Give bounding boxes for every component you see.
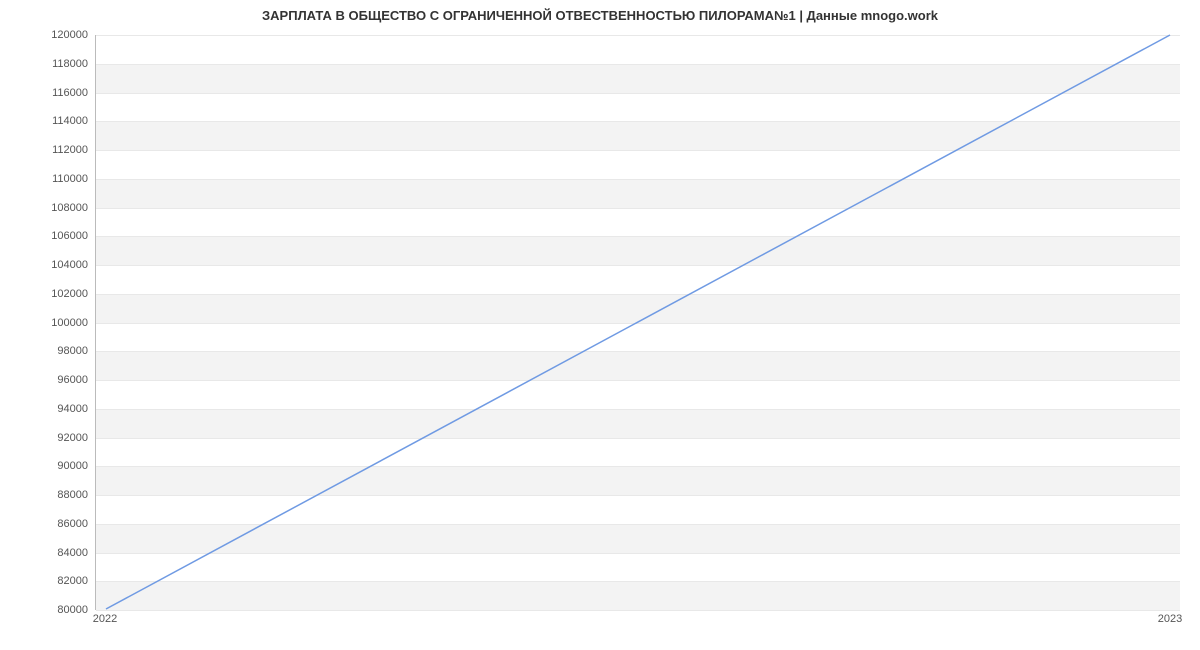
y-tick-label: 110000 [8, 173, 88, 185]
y-tick-label: 96000 [8, 374, 88, 386]
x-tick-label: 2023 [1158, 613, 1182, 625]
y-tick-label: 112000 [8, 144, 88, 156]
y-tick-label: 92000 [8, 432, 88, 444]
y-gridline [96, 610, 1180, 611]
series-line [106, 35, 1170, 609]
y-tick-label: 100000 [8, 317, 88, 329]
line-series [96, 35, 1180, 609]
y-tick-label: 104000 [8, 259, 88, 271]
salary-line-chart: ЗАРПЛАТА В ОБЩЕСТВО С ОГРАНИЧЕННОЙ ОТВЕС… [0, 0, 1200, 650]
y-tick-label: 102000 [8, 288, 88, 300]
y-tick-label: 86000 [8, 518, 88, 530]
y-tick-label: 94000 [8, 403, 88, 415]
y-tick-label: 88000 [8, 489, 88, 501]
y-tick-label: 118000 [8, 58, 88, 70]
y-tick-label: 108000 [8, 202, 88, 214]
plot-area [95, 35, 1180, 610]
y-tick-label: 90000 [8, 460, 88, 472]
chart-title: ЗАРПЛАТА В ОБЩЕСТВО С ОГРАНИЧЕННОЙ ОТВЕС… [0, 8, 1200, 23]
y-tick-label: 114000 [8, 115, 88, 127]
x-tick-label: 2022 [93, 613, 117, 625]
y-tick-label: 120000 [8, 29, 88, 41]
y-tick-label: 116000 [8, 87, 88, 99]
y-tick-label: 84000 [8, 547, 88, 559]
y-tick-label: 82000 [8, 575, 88, 587]
y-tick-label: 106000 [8, 230, 88, 242]
y-tick-label: 98000 [8, 345, 88, 357]
y-tick-label: 80000 [8, 604, 88, 616]
